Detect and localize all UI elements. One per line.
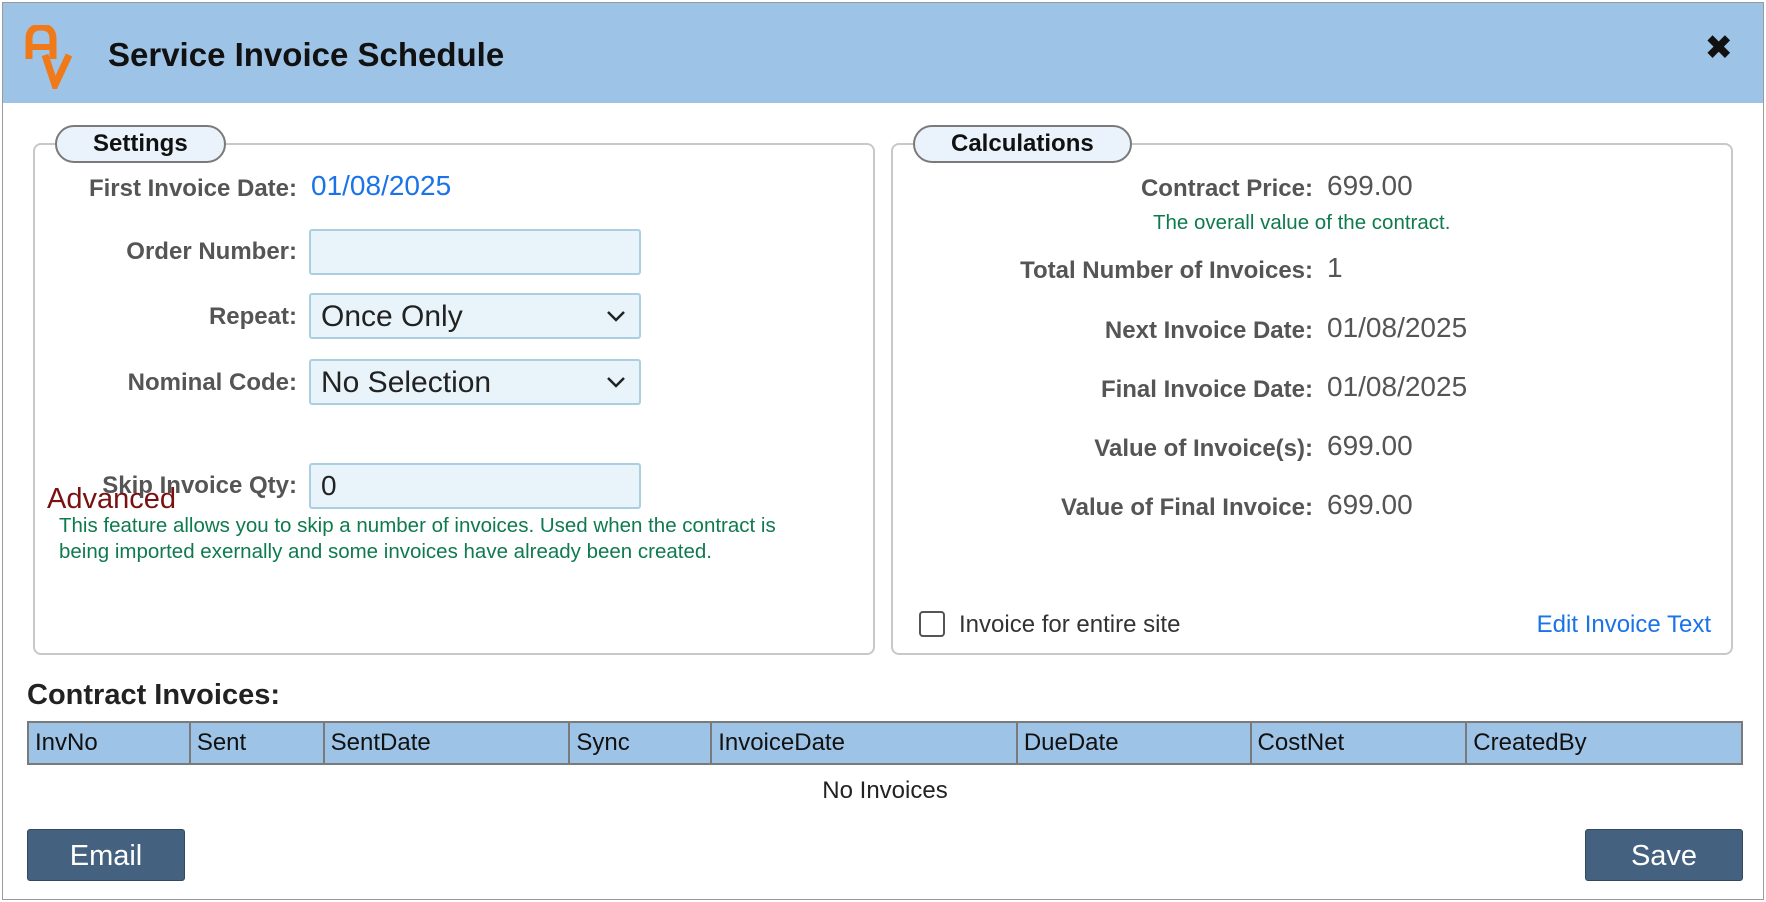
skip-invoice-help-text: This feature allows you to skip a number… [59,513,776,565]
value-of-invoices-label: Value of Invoice(s): [1094,435,1313,462]
final-invoice-date-value: 01/08/2025 [1327,371,1468,402]
column-header-costnet[interactable]: CostNet [1249,721,1468,765]
contract-price-label: Contract Price: [1140,175,1313,202]
column-header-duedate[interactable]: DueDate [1015,721,1252,765]
av-logo-icon [25,25,73,89]
column-header-sync[interactable]: Sync [568,721,713,765]
column-header-createdby[interactable]: CreatedBy [1465,721,1743,765]
calculations-legend: Calculations [913,125,1132,163]
chevron-down-icon [607,377,625,388]
value-of-invoices-value: 699.00 [1327,430,1413,461]
invoice-schedule-dialog: Service Invoice Schedule ✖ Settings Firs… [2,2,1764,900]
repeat-select[interactable]: Once Only [309,293,641,339]
table-header-row: InvNo Sent SentDate Sync InvoiceDate Due… [27,721,1743,765]
contract-price-help: The overall value of the contract. [1153,211,1451,234]
contract-invoices-title: Contract Invoices: [27,679,280,711]
repeat-select-value: Once Only [321,300,463,333]
next-invoice-date-value: 01/08/2025 [1327,312,1468,343]
column-header-sentdate[interactable]: SentDate [322,721,571,765]
entire-site-label[interactable]: Invoice for entire site [959,611,1180,639]
nominal-code-select[interactable]: No Selection [309,359,641,405]
save-button[interactable]: Save [1585,829,1743,881]
total-invoices-label: Total Number of Invoices: [1020,257,1313,284]
skip-help-line-1: This feature allows you to skip a number… [59,514,776,537]
close-icon[interactable]: ✖ [1705,31,1734,65]
column-header-invno[interactable]: InvNo [27,721,191,765]
value-of-final-invoice-value: 699.00 [1327,489,1413,520]
settings-legend: Settings [55,125,226,163]
nominal-code-select-value: No Selection [321,366,492,399]
column-header-invoicedate[interactable]: InvoiceDate [710,721,1018,765]
contract-invoices-table: InvNo Sent SentDate Sync InvoiceDate Due… [27,721,1743,765]
contract-price-value: 699.00 [1327,170,1413,201]
edit-invoice-text-link[interactable]: Edit Invoice Text [1537,611,1711,639]
skip-help-line-2: being imported exernally and some invoic… [59,540,712,563]
order-number-input[interactable] [309,229,641,275]
dialog-titlebar: Service Invoice Schedule ✖ [3,3,1763,103]
final-invoice-date-label: Final Invoice Date: [1100,376,1313,403]
entire-site-checkbox[interactable] [919,611,945,637]
first-invoice-date-label: First Invoice Date: [88,175,297,202]
value-of-final-invoice-label: Value of Final Invoice: [1060,494,1313,521]
column-header-sent[interactable]: Sent [188,721,325,765]
dialog-title: Service Invoice Schedule [108,36,505,73]
email-button[interactable]: Email [27,829,185,881]
total-invoices-value: 1 [1327,252,1343,283]
skip-invoice-qty-label: Skip Invoice Qty: [102,472,297,499]
no-invoices-message: No Invoices [822,777,948,804]
order-number-label: Order Number: [126,238,297,265]
nominal-code-label: Nominal Code: [127,369,297,396]
chevron-down-icon [607,311,625,322]
calculations-panel: Calculations Contract Price: 699.00 The … [891,125,1733,655]
settings-panel: Settings First Invoice Date: 01/08/2025 … [33,125,875,655]
first-invoice-date-link[interactable]: 01/08/2025 [311,170,451,202]
repeat-label: Repeat: [208,303,297,330]
next-invoice-date-label: Next Invoice Date: [1104,317,1313,344]
skip-invoice-qty-input[interactable] [309,463,641,509]
